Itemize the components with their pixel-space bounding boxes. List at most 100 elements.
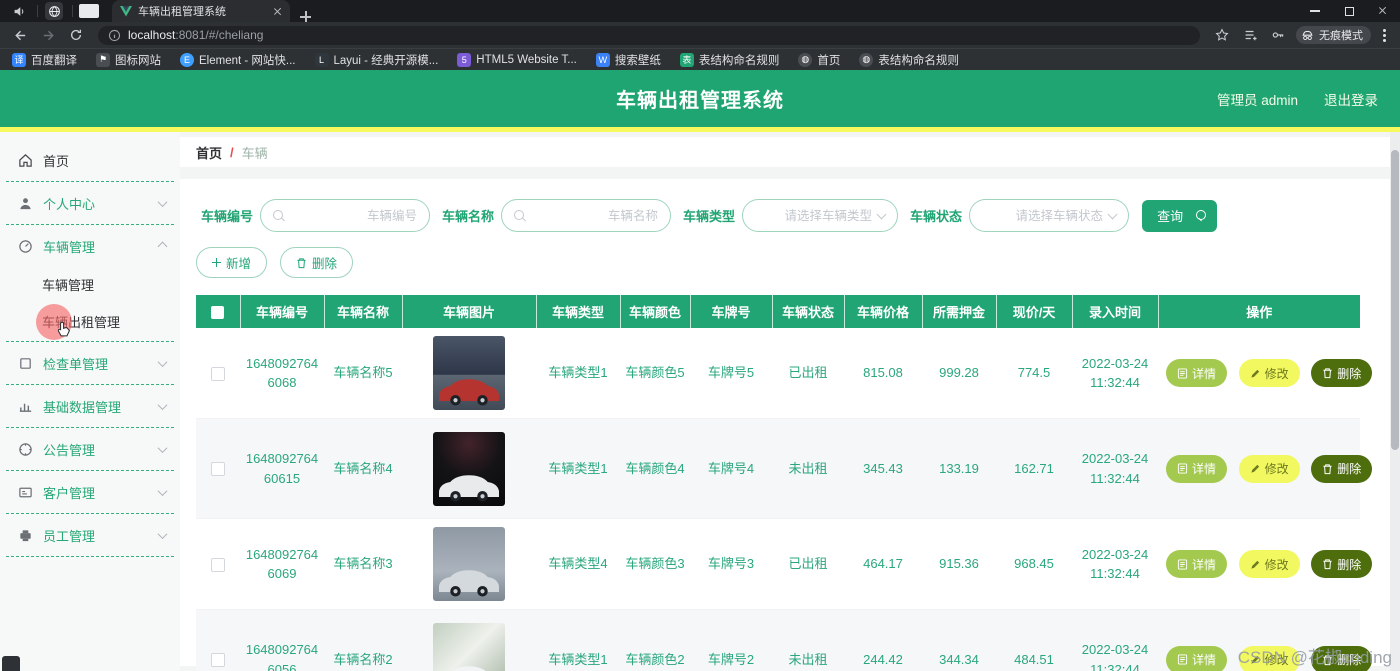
sidebar-item-employees[interactable]: 员工管理 bbox=[0, 515, 180, 555]
select-all-checkbox[interactable] bbox=[211, 306, 224, 319]
id-card-icon bbox=[18, 485, 33, 500]
detail-button[interactable]: 详情 bbox=[1166, 359, 1227, 387]
delete-button[interactable]: 删除 bbox=[1311, 550, 1372, 578]
search-icon bbox=[273, 210, 285, 222]
delete-selected-button[interactable]: 删除 bbox=[280, 247, 353, 278]
query-button[interactable]: 查询 bbox=[1142, 200, 1217, 232]
browser-menu-icon[interactable] bbox=[1379, 29, 1390, 42]
plus-icon bbox=[212, 258, 221, 267]
bookmark-item[interactable]: ⚑图标网站 bbox=[96, 52, 161, 68]
row-checkbox[interactable] bbox=[211, 462, 225, 476]
compass-icon bbox=[18, 442, 33, 457]
column-header: 现价/天 bbox=[996, 295, 1072, 328]
browser-window: 车辆出租管理系统 localhost:8081/#/cheliang bbox=[0, 0, 1400, 671]
close-window-button[interactable] bbox=[1366, 0, 1400, 22]
globe-icon: ◍ bbox=[798, 53, 812, 67]
table-toolbar: 新增 删除 bbox=[196, 247, 1360, 278]
divider bbox=[6, 181, 174, 182]
url-field[interactable]: localhost:8081/#/cheliang bbox=[98, 26, 1200, 45]
row-checkbox[interactable] bbox=[211, 367, 225, 381]
row-checkbox[interactable] bbox=[211, 653, 225, 667]
password-key-icon[interactable] bbox=[1268, 28, 1288, 42]
divider bbox=[6, 224, 174, 225]
sidebar-subitem-vehicle-rental[interactable]: 车辆出租管理 bbox=[0, 303, 180, 340]
bookmark-item[interactable]: 表表结构命名规则 bbox=[680, 52, 780, 68]
chevron-down-icon bbox=[158, 197, 168, 207]
status-cell: 未出租 bbox=[772, 419, 844, 519]
sidebar-item-customers[interactable]: 客户管理 bbox=[0, 472, 180, 512]
bookmark-item[interactable]: EElement - 网站快... bbox=[180, 52, 296, 68]
browser-tab[interactable]: 车辆出租管理系统 bbox=[112, 0, 290, 22]
detail-button[interactable]: 详情 bbox=[1166, 455, 1227, 483]
vehicle-status-select[interactable] bbox=[969, 199, 1129, 232]
divider bbox=[6, 341, 174, 342]
edit-button[interactable]: 修改 bbox=[1239, 359, 1300, 387]
sidebar-item-inspection[interactable]: 检查单管理 bbox=[0, 343, 180, 383]
delete-button[interactable]: 删除 bbox=[1311, 359, 1372, 387]
detail-button[interactable]: 详情 bbox=[1166, 550, 1227, 578]
row-checkbox[interactable] bbox=[211, 558, 225, 572]
bookmark-item[interactable]: ◍首页 bbox=[798, 52, 840, 68]
maximize-button[interactable] bbox=[1332, 0, 1366, 22]
vehicle-photo bbox=[433, 336, 505, 410]
table-row: 16480927646069 车辆名称3 车辆类型4 车辆颜色3 车牌号3 已出… bbox=[196, 519, 1360, 610]
bookmarks-bar: 译百度翻译 ⚑图标网站 EElement - 网站快... LLayui - 经… bbox=[0, 48, 1400, 70]
edit-button[interactable]: 修改 bbox=[1239, 550, 1300, 578]
sidebar-item-home[interactable]: 首页 bbox=[0, 140, 180, 180]
select-all-header bbox=[196, 295, 240, 328]
reload-icon[interactable] bbox=[66, 28, 86, 42]
speaker-icon[interactable] bbox=[8, 2, 30, 20]
breadcrumb-home[interactable]: 首页 bbox=[196, 143, 222, 162]
pencil-icon bbox=[1250, 368, 1261, 379]
globe-extension-icon[interactable] bbox=[43, 2, 65, 20]
hand-cursor-icon bbox=[56, 321, 71, 338]
chevron-up-icon bbox=[158, 241, 168, 251]
chevron-down-icon bbox=[158, 443, 168, 453]
page-scrollbar[interactable] bbox=[1390, 132, 1400, 671]
scrollbar-thumb[interactable] bbox=[1391, 150, 1399, 450]
entry-time-cell: 2022-03-2411:32:44 bbox=[1072, 610, 1158, 671]
screen-capture-icon[interactable] bbox=[78, 2, 100, 20]
bookmark-item[interactable]: ◍表结构命名规则 bbox=[859, 52, 959, 68]
search-icon bbox=[514, 210, 526, 222]
info-icon[interactable] bbox=[108, 29, 121, 42]
forward-icon[interactable] bbox=[38, 28, 58, 43]
edit-button[interactable]: 修改 bbox=[1239, 455, 1300, 483]
add-button[interactable]: 新增 bbox=[196, 247, 267, 278]
bookmark-item[interactable]: 5HTML5 Website T... bbox=[457, 53, 577, 67]
bookmark-item[interactable]: LLayui - 经典开源模... bbox=[315, 52, 439, 68]
vehicle-photo bbox=[433, 527, 505, 601]
sidebar: 首页 个人中心 车辆管理 车辆管理 车辆出租管理 检查单管理 bbox=[0, 132, 180, 671]
column-header: 车辆名称 bbox=[324, 295, 402, 328]
sidebar-subitem-vehicle[interactable]: 车辆管理 bbox=[0, 266, 180, 303]
sidebar-item-announcements[interactable]: 公告管理 bbox=[0, 429, 180, 469]
main-content: 首页 / 车辆 车辆编号 车辆名称 车辆类型 车辆状态 查询 bbox=[180, 132, 1390, 671]
trash-icon bbox=[1322, 558, 1333, 570]
vehicle-photo bbox=[433, 432, 505, 506]
vehicle-id-cell: 16480927646069 bbox=[240, 519, 324, 610]
sidebar-item-base-data[interactable]: 基础数据管理 bbox=[0, 386, 180, 426]
gauge-icon bbox=[18, 239, 33, 254]
vehicle-name-input[interactable] bbox=[501, 199, 671, 232]
column-header: 车辆状态 bbox=[772, 295, 844, 328]
breadcrumb-separator: / bbox=[230, 145, 234, 160]
bookmark-star-icon[interactable] bbox=[1212, 28, 1232, 42]
vehicle-type-select[interactable] bbox=[742, 199, 898, 232]
detail-button[interactable]: 详情 bbox=[1166, 646, 1227, 671]
incognito-icon bbox=[1301, 29, 1314, 42]
vehicle-id-input[interactable] bbox=[260, 199, 430, 232]
tab-close-icon[interactable] bbox=[273, 7, 282, 16]
minimize-button[interactable] bbox=[1298, 0, 1332, 22]
reading-list-icon[interactable] bbox=[1240, 28, 1260, 42]
bookmark-item[interactable]: W搜索壁纸 bbox=[596, 52, 661, 68]
divider bbox=[6, 513, 174, 514]
element-icon: E bbox=[180, 53, 194, 67]
bookmark-item[interactable]: 译百度翻译 bbox=[12, 52, 77, 68]
vehicle-name-cell: 车辆名称5 bbox=[324, 328, 402, 419]
chevron-down-icon bbox=[158, 529, 168, 539]
delete-button[interactable]: 删除 bbox=[1311, 455, 1372, 483]
sidebar-item-vehicle-mgmt[interactable]: 车辆管理 bbox=[0, 226, 180, 266]
sidebar-item-profile[interactable]: 个人中心 bbox=[0, 183, 180, 223]
back-icon[interactable] bbox=[10, 28, 30, 43]
logout-link[interactable]: 退出登录 bbox=[1324, 89, 1378, 109]
